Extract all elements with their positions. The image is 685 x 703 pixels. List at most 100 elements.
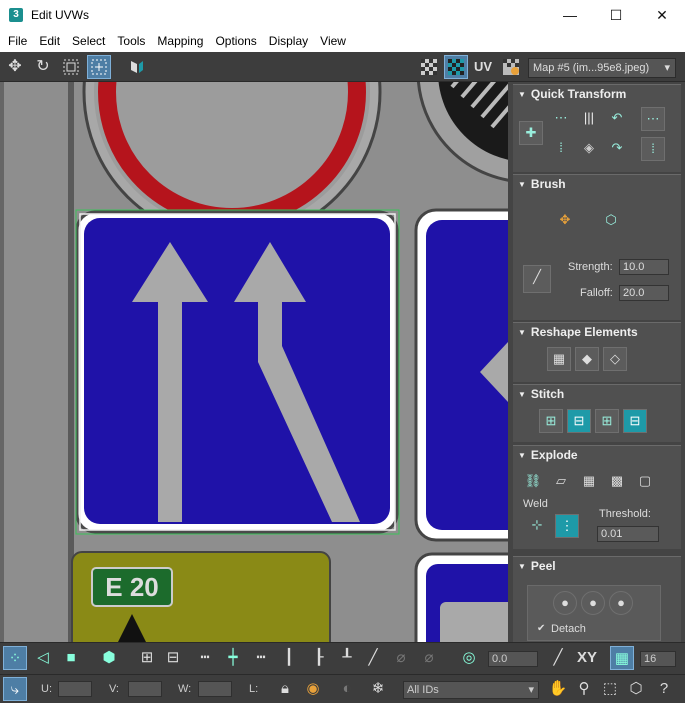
paint-move-icon[interactable]: ✥ (553, 209, 577, 233)
align-horizontal-icon[interactable]: ⋯ (549, 107, 573, 131)
brush-header[interactable]: ▼ Brush (513, 175, 681, 193)
weld-target-icon[interactable]: ⋮ (555, 514, 579, 538)
brush-line-icon[interactable]: ╱ (523, 265, 551, 293)
space-vertical-icon[interactable]: ||| (577, 107, 601, 131)
peel-header[interactable]: ▼ Peel (513, 557, 681, 575)
polygon-mode-icon[interactable]: ■ (59, 646, 83, 670)
edge-ring-shrink-icon[interactable]: ┅ (249, 646, 273, 670)
quick-peel-icon[interactable]: ● (553, 591, 577, 615)
stitch-target-icon[interactable]: ⊟ (567, 409, 591, 433)
angle-line-icon[interactable]: ╱ (546, 646, 570, 670)
break-icon[interactable]: ⛓ (521, 470, 545, 494)
relax-icon[interactable]: ◆ (575, 347, 599, 371)
zoom-region-icon[interactable]: ⬚ (598, 677, 622, 701)
diamond-icon[interactable]: ◈ (577, 137, 601, 161)
freeform-icon[interactable] (87, 55, 111, 79)
id-filter-select[interactable]: All IDs ▾ (403, 681, 539, 699)
point-to-edge-icon[interactable]: ┸ (335, 646, 359, 670)
weld-selected-icon[interactable]: ⊹ (525, 514, 549, 538)
map-dropdown[interactable]: Map #5 (im...95e8.jpeg) ▾ (528, 58, 676, 78)
hide-icon[interactable]: ◐ (335, 677, 359, 701)
menu-options[interactable]: Options (209, 34, 262, 48)
falloff-spinner[interactable]: 20.0 (619, 285, 669, 301)
menu-file[interactable]: File (2, 34, 33, 48)
align-v-dots-icon[interactable]: ⁞ (641, 137, 665, 161)
menu-edit[interactable]: Edit (33, 34, 66, 48)
grid-size-field[interactable]: 16 (640, 651, 676, 667)
strength-spinner[interactable]: 10.0 (619, 259, 669, 275)
detach-edge-icon[interactable]: ▱ (549, 470, 573, 494)
paint-grow-icon[interactable]: ⌀ (389, 646, 413, 670)
menu-mapping[interactable]: Mapping (151, 34, 209, 48)
checker-icon[interactable] (417, 55, 441, 79)
element-mode-icon[interactable]: ⬢ (97, 646, 121, 670)
vertex-mode-icon[interactable]: ⁘ (3, 646, 27, 670)
minimize-button[interactable]: — (547, 0, 593, 30)
rotate-ccw-icon[interactable]: ↶ (605, 107, 629, 131)
threshold-spinner[interactable]: 0.01 (597, 526, 659, 542)
checker-teal-icon[interactable] (444, 55, 468, 79)
v-label: V: (109, 683, 119, 695)
explode-faces-icon[interactable]: ▦ (577, 470, 601, 494)
zoom-extents-icon[interactable]: ⬡ (624, 677, 648, 701)
pan-icon[interactable]: ✋ (546, 677, 570, 701)
align-center-icon[interactable]: ✚ (519, 121, 543, 145)
uv-viewport[interactable]: E 20 (0, 82, 508, 642)
show-hidden-icon[interactable]: ◉ (301, 677, 325, 701)
detach-checkbox[interactable]: ✔ (537, 623, 545, 634)
menu-view[interactable]: View (314, 34, 352, 48)
paint-select-icon[interactable]: ╱ (361, 646, 385, 670)
scale-icon[interactable] (59, 55, 83, 79)
quick-transform-header[interactable]: ▼ Quick Transform (513, 85, 681, 103)
rotate-angle-field[interactable]: 0.0 (488, 651, 538, 667)
shrink-selection-icon[interactable]: ⊟ (161, 646, 185, 670)
menu-display[interactable]: Display (263, 34, 314, 48)
stitch-average-icon[interactable]: ⊞ (595, 409, 619, 433)
v-field[interactable] (128, 681, 162, 697)
reset-peel-icon[interactable]: ● (609, 591, 633, 615)
paint-shrink-icon[interactable]: ⌀ (417, 646, 441, 670)
settings-icon[interactable] (499, 55, 523, 79)
edge-loop-icon[interactable]: ┅ (193, 646, 217, 670)
edge-mode-icon[interactable]: ◁ (31, 646, 55, 670)
rotate-icon[interactable]: ↻ (31, 55, 55, 79)
rotate-cw-icon[interactable]: ↷ (605, 137, 629, 161)
u-field[interactable] (58, 681, 92, 697)
align-h-dots-icon[interactable]: ⋯ (641, 107, 665, 131)
stitch-header[interactable]: ▼ Stitch (513, 385, 681, 403)
w-field[interactable] (198, 681, 232, 697)
explode-header[interactable]: ▼ Explode (513, 446, 681, 464)
grow-selection-icon[interactable]: ⊞ (135, 646, 159, 670)
stitch-source-icon[interactable]: ⊟ (623, 409, 647, 433)
xy-axis-button[interactable]: XY (574, 646, 600, 670)
flatten-icon[interactable]: ◇ (603, 347, 627, 371)
explode-polygon-icon[interactable]: ▢ (633, 470, 657, 494)
maximize-button[interactable]: ☐ (593, 0, 639, 30)
u-label: U: (41, 683, 52, 695)
help-icon[interactable]: ? (652, 677, 676, 701)
edge-select-icon[interactable]: ┃ (277, 646, 301, 670)
absolute-offset-icon[interactable]: ⤷ (3, 677, 27, 701)
mirror-icon[interactable] (125, 55, 149, 79)
lock-icon[interactable]: 🔒︎ (273, 677, 297, 701)
align-vertical-icon[interactable]: ⁞ (549, 137, 573, 161)
explode-smooth-icon[interactable]: ▩ (605, 470, 629, 494)
grid-snap-icon[interactable]: ▦ (610, 646, 634, 670)
soft-selection-icon[interactable]: ◎ (457, 646, 481, 670)
menu-select[interactable]: Select (66, 34, 111, 48)
straighten-icon[interactable]: ▦ (547, 347, 571, 371)
collapse-arrow-icon: ▼ (518, 90, 526, 99)
edge-ring-icon[interactable]: ┿ (221, 646, 245, 670)
stitch-custom-icon[interactable]: ⊞ (539, 409, 563, 433)
point-to-point-icon[interactable]: ┠ (307, 646, 331, 670)
close-button[interactable]: ✕ (639, 0, 685, 30)
reshape-header[interactable]: ▼ Reshape Elements (513, 323, 681, 341)
menu-tools[interactable]: Tools (111, 34, 151, 48)
peel-mode-icon[interactable]: ● (581, 591, 605, 615)
zoom-icon[interactable]: ⚲ (572, 677, 596, 701)
relax-brush-icon[interactable]: ⬡ (599, 209, 623, 233)
move-icon[interactable]: ✥ (3, 55, 27, 79)
freeze-icon[interactable]: ❄ (366, 677, 390, 701)
stitch-rollout: ▼ Stitch ⊞ ⊟ ⊞ ⊟ (513, 384, 681, 442)
uv-toggle-button[interactable]: UV (471, 55, 495, 79)
